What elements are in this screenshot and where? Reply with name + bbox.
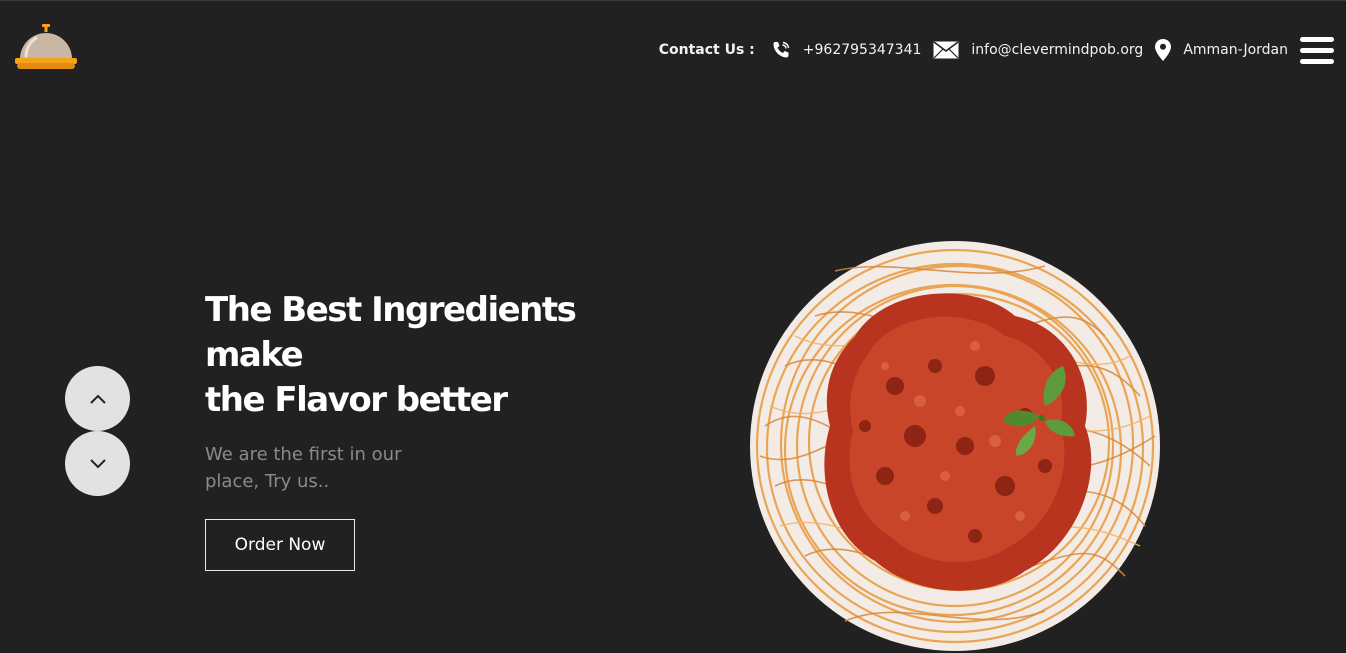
hero-subtitle: We are the first in our place, Try us.. (205, 444, 402, 492)
hamburger-menu-icon[interactable] (1300, 36, 1334, 64)
email-address[interactable]: info@clevermindpob.org (971, 42, 1143, 58)
order-now-button[interactable]: Order Now (205, 519, 355, 571)
cloche-icon (15, 24, 77, 69)
phone-number[interactable]: +962795347341 (803, 42, 922, 58)
hero-title: The Best Ingredients make the Flavor bet… (205, 288, 605, 423)
chevron-up-icon (89, 394, 106, 404)
phone-icon (771, 40, 791, 60)
contact-bar: Contact Us : +962795347341 info@clevermi… (659, 35, 1334, 65)
location: Amman-Jordan (1183, 42, 1288, 58)
envelope-icon (933, 41, 959, 59)
hero-title-line-2: make (205, 335, 304, 375)
logo[interactable] (14, 23, 78, 73)
contact-label: Contact Us : (658, 42, 755, 58)
spaghetti-image (745, 226, 1175, 653)
chevron-down-icon (89, 458, 106, 468)
slider-next-button[interactable] (65, 431, 130, 496)
slider-prev-button[interactable] (65, 366, 130, 431)
hero-title-line-1: The Best Ingredients (205, 290, 577, 330)
map-pin-icon (1155, 39, 1172, 61)
hero-title-line-3: the Flavor better (205, 380, 508, 420)
